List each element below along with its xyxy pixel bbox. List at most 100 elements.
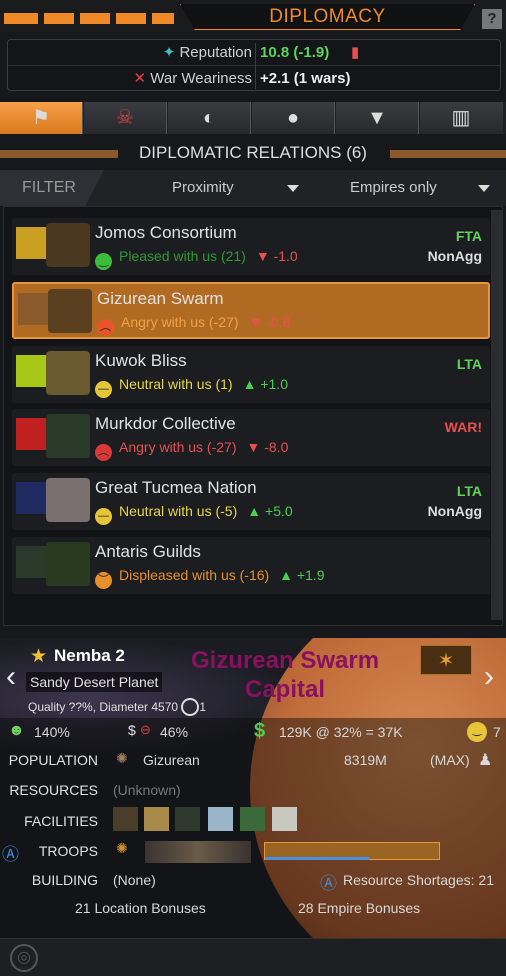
sort-dropdown[interactable]: Proximity [172,170,234,206]
empire-name: Murkdor Collective [95,414,236,433]
empire-card[interactable]: Gizurean Swarm ︵ Angry with us (-27) ▼ -0.8 [12,282,490,339]
treaty-status: LTA [456,356,482,372]
trend-up-icon: ▲ [247,503,262,519]
treaty-secondary: NonAgg [427,503,482,519]
facility-icon[interactable] [208,807,233,831]
help-button[interactable]: ? [482,9,502,29]
facility-icon[interactable] [144,807,169,831]
tab-galaxy[interactable]: ◐ [168,102,251,134]
troop-strength-bar [264,842,440,860]
mood-face-icon: — [95,381,112,398]
trend-value: +1.0 [260,376,288,392]
income-value: 129K @ 32% = 37K [279,724,403,740]
troops-label: TROOPS [38,843,98,859]
trend-value: -1.0 [273,248,298,264]
empire-mood: — Neutral with us (1) ▲ +1.0 [95,376,288,398]
reputation-value: 10.8 (-1.9) [260,44,330,61]
flags-icon: ⚑ [32,107,50,129]
facilities-label: FACILITIES [24,813,98,829]
reputation-row: ✦ Reputation 10.8 (-1.9) ▮ [8,40,500,65]
stats-icon: ▥ [451,107,471,129]
header-bar [390,150,506,158]
chevron-down-icon[interactable] [478,185,490,192]
trend-up-icon: ▲ [242,376,257,392]
treaty-status: LTA [456,483,482,499]
empire-card[interactable]: Kuwok Bliss — Neutral with us (1) ▲ +1.0 LTA [12,346,490,403]
next-planet-button[interactable]: › [484,660,494,694]
tab-ships[interactable]: ▼ [336,102,419,134]
planet-type: Sandy Desert Planet [26,672,163,692]
scope-dropdown[interactable]: Empires only [350,170,437,206]
chevron-down-icon[interactable] [287,185,299,192]
building-label: BUILDING [31,872,98,888]
person-icon: ● [286,107,300,129]
tab-relations[interactable]: ⚑ [0,102,83,134]
tab-bar: ⚑ ☠ ◐ ● ▼ ▥ [0,102,506,134]
tab-stats[interactable]: ▥ [420,102,503,134]
divider [255,43,256,89]
war-label-wrap: ✕ War Weariness [134,66,252,91]
header-decor [116,13,146,24]
target-icon[interactable]: ◎ [10,944,38,972]
tab-empire[interactable]: ☠ [84,102,167,134]
trend-down-icon: ▼ [246,439,261,455]
empire-portrait [46,478,90,522]
reputation-label: Reputation [179,44,252,61]
happiness-value: 140% [34,724,70,740]
mood-face-icon: ︵ [97,319,114,336]
auto-build-icon[interactable]: Ⓐ [320,869,337,894]
empire-card[interactable]: Murkdor Collective ︵ Angry with us (-27) ▼ … [12,409,490,466]
mood-text: Pleased with us (21) [119,248,246,264]
empire-card[interactable]: Great Tucmea Nation — Neutral with us (-5)… [12,473,490,530]
empire-bonuses[interactable]: 28 Empire Bonuses [298,900,420,916]
empire-mood: ‿ Pleased with us (21) ▼ -1.0 [95,248,298,270]
header-decor [80,13,110,24]
section-header: DIPLOMATIC RELATIONS (6) [0,140,506,166]
mood-text: Neutral with us (1) [119,376,233,392]
empire-mood: ︶ Displeased with us (-16) ▲ +1.9 [95,567,325,589]
empire-icon: ☠ [116,107,134,129]
header-bar [0,150,118,158]
trend-value: -8.0 [264,439,289,455]
mood-face-icon: ︵ [95,444,112,461]
mood-text: Displeased with us (-16) [119,567,270,583]
location-bonuses[interactable]: 21 Location Bonuses [75,900,206,916]
theater-icon: ☻ [8,722,25,739]
prev-planet-button[interactable]: ‹ [6,660,16,694]
scrollbar[interactable] [491,210,503,620]
war-weariness-row: ✕ War Weariness +2.1 (1 wars) [8,66,500,91]
facility-icon[interactable] [113,807,138,831]
empire-portrait [46,351,90,395]
empire-card[interactable]: Jomos Consortium ‿ Pleased with us (21) ▼ -… [12,218,490,275]
trend-up-icon: ▲ [279,567,294,583]
treaty-status: WAR! [444,419,482,435]
header-decor [44,13,74,24]
reputation-icon: ✦ [162,44,180,61]
facility-icon[interactable] [175,807,200,831]
window-title: DIPLOMACY [180,4,475,30]
race-name: Gizurean [143,752,200,768]
header-decor [4,13,38,24]
facility-icon[interactable] [272,807,297,831]
empire-flag-icon: ✶ [420,645,472,675]
war-weariness-label: War Weariness [150,70,252,87]
empire-name: Antaris Guilds [95,542,201,561]
facility-icon[interactable] [240,807,265,831]
tab-leader[interactable]: ● [252,102,335,134]
top-bar: DIPLOMACY ? [0,0,506,32]
empire-name: Jomos Consortium [95,223,237,242]
income-icon: $ [254,720,266,742]
filter-bar: FILTER Proximity Empires only [0,170,506,206]
empire-portrait [48,289,92,333]
empire-portrait [46,542,90,586]
empire-card[interactable]: Antaris Guilds ︶ Displeased with us (-16) ▲… [12,537,490,594]
trend-value: +5.0 [265,503,293,519]
ship-icon: ▼ [367,107,387,129]
planet-quality-text: Quality ??%, Diameter 4570 [28,700,179,714]
trend-down-icon: ▮ [351,44,360,61]
empire-portrait [46,414,90,458]
empire-name: Gizurean Swarm [97,289,224,308]
mood-text: Angry with us (-27) [121,314,239,330]
mood-text: Neutral with us (-5) [119,503,238,519]
resource-shortages[interactable]: Resource Shortages: 21 [343,872,494,888]
